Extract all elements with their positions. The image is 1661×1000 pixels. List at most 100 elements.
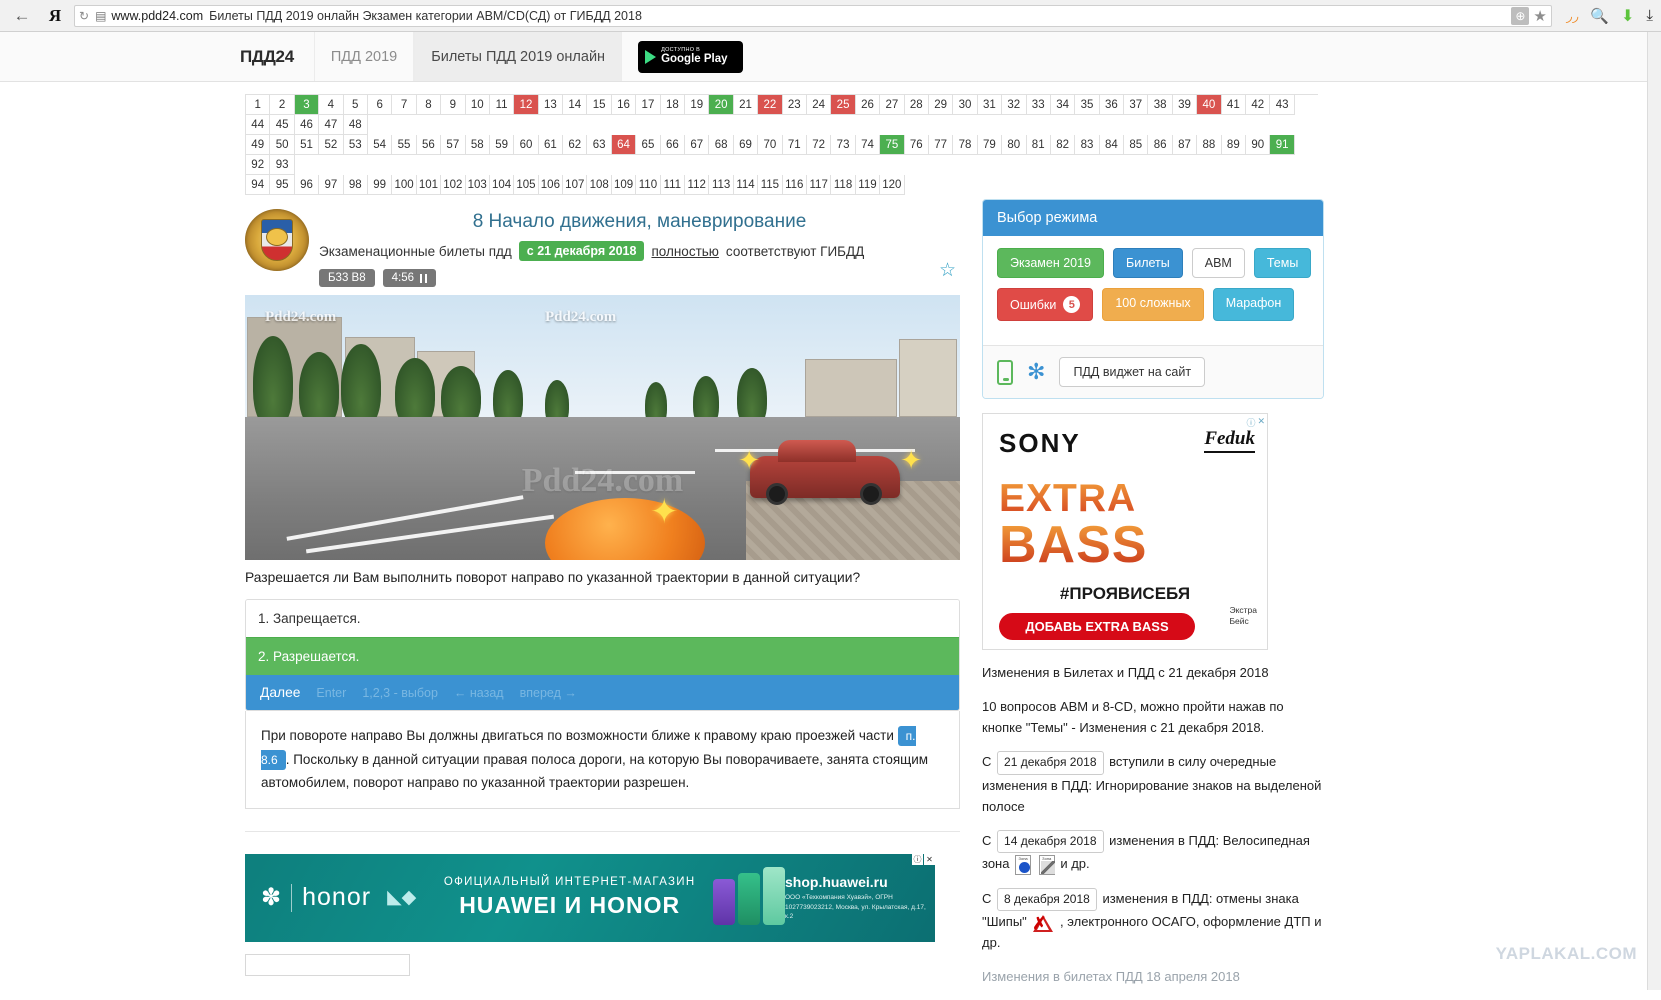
- news-item-4[interactable]: С 14 декабря 2018 изменения в ПДД: Велос…: [982, 829, 1324, 875]
- question-number-cell[interactable]: 52: [319, 135, 344, 155]
- question-number-cell[interactable]: 83: [1075, 135, 1100, 155]
- question-number-cell[interactable]: 104: [489, 175, 515, 195]
- widget-button[interactable]: ПДД виджет на сайт: [1059, 357, 1206, 387]
- save-icon[interactable]: ⤓: [1646, 7, 1653, 24]
- question-number-cell[interactable]: 79: [977, 135, 1003, 155]
- question-number-cell[interactable]: 112: [685, 175, 710, 195]
- question-number-cell[interactable]: 60: [514, 135, 539, 155]
- question-number-cell[interactable]: 15: [587, 95, 612, 115]
- news-item-1[interactable]: Изменения в Билетах и ПДД с 21 декабря 2…: [982, 662, 1324, 683]
- question-number-cell[interactable]: 27: [880, 95, 905, 115]
- question-number-cell[interactable]: 93: [270, 155, 295, 175]
- question-number-cell[interactable]: 21: [733, 95, 759, 115]
- mode-button-100-hard[interactable]: 100 сложных: [1102, 288, 1204, 321]
- question-number-cell[interactable]: 23: [782, 95, 807, 115]
- question-number-cell[interactable]: 10: [465, 95, 490, 115]
- question-number-cell[interactable]: 40: [1197, 95, 1222, 115]
- question-number-grid[interactable]: 1 2 3 4 5 6 7 8 9 10 11 12 13 14 15 16 17 18 19 20 21 22 23 24 2…: [245, 94, 1318, 195]
- question-number-cell[interactable]: 100: [392, 175, 417, 195]
- question-number-cell[interactable]: 73: [831, 135, 856, 155]
- sony-ad-cta-button[interactable]: ДОБАВЬ EXTRA BASS: [999, 613, 1195, 641]
- question-number-cell[interactable]: 94: [246, 175, 271, 195]
- mode-button-topics[interactable]: Темы: [1253, 248, 1312, 278]
- page-scrollbar[interactable]: [1647, 32, 1661, 990]
- question-number-cell[interactable]: 14: [563, 95, 588, 115]
- question-number-cell[interactable]: 95: [270, 175, 295, 195]
- pause-icon[interactable]: [420, 273, 427, 283]
- huawei-ad-banner[interactable]: ✽ honor ◣◆ ОФИЦИАЛЬНЫЙ ИНТЕРНЕТ-МАГАЗИН …: [245, 853, 935, 942]
- question-number-cell[interactable]: 49: [246, 135, 271, 155]
- question-number-cell[interactable]: 78: [953, 135, 978, 155]
- huawei-shop-url[interactable]: shop.huawei.ru: [785, 874, 927, 890]
- nav-tab-tickets-online[interactable]: Билеты ПДД 2019 онлайн: [414, 32, 623, 81]
- question-number-cell[interactable]: 106: [538, 175, 564, 195]
- question-number-cell[interactable]: 29: [928, 95, 954, 115]
- answer-option-1[interactable]: 1. Запрещается.: [246, 600, 959, 637]
- question-number-cell[interactable]: 105: [514, 175, 539, 195]
- mode-button-marathon[interactable]: Марафон: [1212, 288, 1295, 321]
- question-number-cell[interactable]: 36: [1099, 95, 1125, 115]
- question-number-cell[interactable]: 86: [1148, 135, 1173, 155]
- question-number-cell[interactable]: 85: [1124, 135, 1149, 155]
- question-number-cell[interactable]: 19: [685, 95, 710, 115]
- question-number-cell[interactable]: 101: [416, 175, 442, 195]
- question-number-cell[interactable]: 117: [806, 175, 832, 195]
- timer-chip[interactable]: 4:56: [382, 269, 436, 287]
- favorite-star-icon[interactable]: ☆: [939, 259, 956, 282]
- question-number-cell[interactable]: 76: [904, 135, 929, 155]
- question-number-cell[interactable]: 54: [367, 135, 393, 155]
- sony-ad-close-icon[interactable]: ✕: [1257, 416, 1265, 429]
- question-number-cell[interactable]: 43: [1270, 95, 1295, 115]
- question-number-cell[interactable]: 33: [1026, 95, 1051, 115]
- question-number-cell[interactable]: 22: [758, 95, 783, 115]
- question-number-cell[interactable]: 62: [563, 135, 588, 155]
- question-number-cell[interactable]: 72: [806, 135, 832, 155]
- question-number-cell[interactable]: 6: [367, 95, 393, 115]
- address-bar[interactable]: ↻ ▤ www.pdd24.com Билеты ПДД 2019 онлайн…: [74, 4, 1552, 27]
- question-number-cell[interactable]: 56: [416, 135, 442, 155]
- question-number-cell[interactable]: 9: [441, 95, 466, 115]
- question-number-cell[interactable]: 11: [489, 95, 515, 115]
- question-number-cell[interactable]: 64: [611, 135, 637, 155]
- question-number-cell[interactable]: 47: [319, 115, 344, 135]
- question-number-cell[interactable]: 107: [563, 175, 588, 195]
- question-number-cell[interactable]: 8: [416, 95, 442, 115]
- answer-option-2[interactable]: 2. Разрешается.: [246, 637, 959, 675]
- question-number-cell[interactable]: 25: [831, 95, 856, 115]
- question-number-cell[interactable]: 92: [246, 155, 271, 175]
- question-number-cell[interactable]: 48: [343, 115, 368, 135]
- question-number-cell[interactable]: 59: [489, 135, 515, 155]
- globe-icon[interactable]: ⊕: [1511, 6, 1530, 25]
- news-item-5[interactable]: С 8 декабря 2018 изменения в ПДД: отмены…: [982, 887, 1324, 954]
- bookmark-star-icon[interactable]: ★: [1533, 7, 1546, 25]
- question-number-cell[interactable]: 13: [538, 95, 564, 115]
- question-number-cell[interactable]: 91: [1270, 135, 1295, 155]
- question-number-cell[interactable]: 4: [319, 95, 344, 115]
- nav-tab-pdd2019[interactable]: ПДД 2019: [313, 32, 415, 81]
- question-number-cell[interactable]: 38: [1148, 95, 1173, 115]
- question-number-cell[interactable]: 32: [1002, 95, 1027, 115]
- site-brand[interactable]: ПДД24: [240, 32, 314, 81]
- mode-button-tickets[interactable]: Билеты: [1113, 248, 1183, 278]
- question-number-cell[interactable]: 96: [294, 175, 320, 195]
- news-item-3[interactable]: С 21 декабря 2018 вступили в силу очеред…: [982, 751, 1324, 817]
- reload-icon[interactable]: ↻: [79, 9, 89, 23]
- question-number-cell[interactable]: 37: [1124, 95, 1149, 115]
- question-number-cell[interactable]: 102: [441, 175, 466, 195]
- question-number-cell[interactable]: 75: [880, 135, 905, 155]
- question-number-cell[interactable]: 115: [758, 175, 783, 195]
- question-number-cell[interactable]: 81: [1026, 135, 1051, 155]
- question-number-cell[interactable]: 44: [246, 115, 271, 135]
- question-number-cell[interactable]: 99: [367, 175, 393, 195]
- question-number-cell[interactable]: 46: [294, 115, 320, 135]
- question-number-cell[interactable]: 88: [1197, 135, 1222, 155]
- mode-button-abm[interactable]: АВМ: [1191, 248, 1245, 278]
- question-number-cell[interactable]: 61: [538, 135, 564, 155]
- question-number-cell[interactable]: 63: [587, 135, 612, 155]
- question-number-cell[interactable]: 3: [294, 95, 320, 115]
- question-number-cell[interactable]: 39: [1172, 95, 1198, 115]
- question-number-cell[interactable]: 97: [319, 175, 344, 195]
- question-number-cell[interactable]: 116: [782, 175, 807, 195]
- question-number-cell[interactable]: 119: [855, 175, 881, 195]
- question-number-cell[interactable]: 17: [636, 95, 661, 115]
